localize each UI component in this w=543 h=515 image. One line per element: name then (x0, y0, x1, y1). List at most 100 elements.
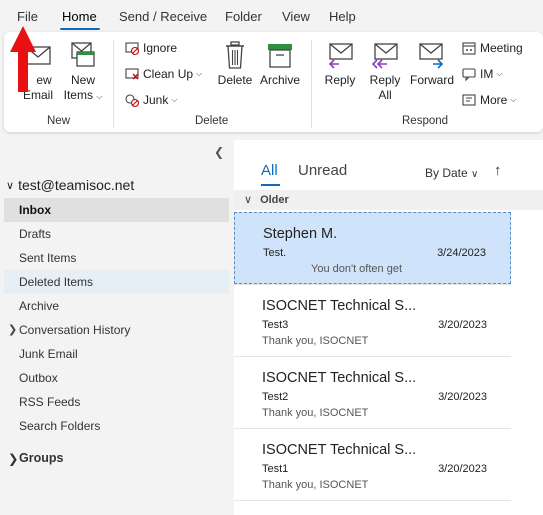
message-date: 3/24/2023 (437, 247, 486, 259)
menu-file[interactable]: File (17, 9, 38, 24)
account-header[interactable]: ∨ test@teamisoc.net (6, 177, 134, 193)
folder-label: Inbox (19, 203, 51, 217)
ribbon-separator (113, 40, 114, 128)
archive-button[interactable]: Archive (257, 40, 303, 88)
archive-icon (268, 44, 292, 68)
chevron-down-icon: ⌵ (510, 95, 517, 104)
folder-archive[interactable]: Archive (4, 294, 229, 318)
chevron-down-icon: ⌵ (171, 95, 178, 104)
more-label: More (480, 93, 508, 107)
chevron-right-icon: ❯ (8, 452, 19, 466)
tab-active-indicator (261, 184, 280, 186)
menu-view[interactable]: View (282, 9, 310, 24)
reply-all-label-1: Reply (369, 73, 401, 87)
folder-outbox[interactable]: Outbox (4, 366, 229, 390)
folder-deleted-items[interactable]: Deleted Items (4, 270, 229, 294)
junk-button[interactable]: Junk ⌵ (124, 90, 177, 110)
forward-button[interactable]: Forward (408, 40, 456, 88)
menu-send-receive[interactable]: Send / Receive (119, 9, 207, 24)
ignore-button[interactable]: Ignore (124, 38, 177, 58)
clean-up-button[interactable]: Clean Up ⌵ (124, 64, 202, 84)
active-tab-indicator (60, 28, 100, 30)
message-item[interactable]: Stephen M. Test. 3/24/2023 You don't oft… (234, 212, 511, 284)
message-item[interactable]: ISOCNET Technical S... Test2 3/20/2023 T… (234, 357, 511, 429)
trash-icon (226, 41, 244, 69)
chat-icon (462, 68, 476, 82)
collapse-pane-icon[interactable]: ❮ (214, 145, 224, 159)
delete-button[interactable]: Delete (214, 40, 256, 88)
reply-button[interactable]: Reply (320, 40, 360, 88)
sort-label: By Date (425, 166, 468, 180)
clean-up-label: Clean Up (143, 67, 194, 81)
reply-label: Reply (324, 73, 356, 87)
junk-label: Junk (143, 93, 169, 107)
message-sender: Stephen M. (263, 226, 338, 242)
folder-label: Deleted Items (19, 275, 94, 289)
folder-drafts[interactable]: Drafts (4, 222, 229, 246)
chevron-down-icon: ⌵ (196, 69, 203, 78)
new-items-label-2: Items (63, 88, 93, 102)
groups-header[interactable]: ❯ Groups (4, 451, 64, 466)
delete-label: Delete (217, 73, 253, 87)
folder-rss-feeds[interactable]: RSS Feeds (4, 390, 229, 414)
message-preview: Thank you, ISOCNET (262, 479, 369, 491)
folder-label: RSS Feeds (19, 395, 81, 409)
new-items-icon (71, 42, 95, 67)
message-list: All Unread By Date ∨ ↑ ∨ Older Stephen M.… (234, 140, 543, 515)
message-preview: You don't often get (311, 263, 402, 275)
more-respond-icon (462, 94, 476, 106)
groups-label: Groups (19, 451, 64, 465)
sort-direction-icon[interactable]: ↑ (494, 162, 502, 179)
meeting-button[interactable]: Meeting (461, 38, 523, 58)
folder-label: Outbox (19, 371, 58, 385)
im-button[interactable]: IM ⌵ (461, 64, 502, 84)
account-name: test@teamisoc.net (18, 177, 135, 193)
forward-label: Forward (409, 73, 454, 87)
chevron-right-icon[interactable]: ❯ (8, 318, 17, 342)
message-date: 3/20/2023 (438, 319, 487, 331)
message-divider (234, 500, 511, 501)
folder-search-folders[interactable]: Search Folders (4, 414, 229, 438)
tab-all[interactable]: All (261, 162, 278, 179)
folder-label: Search Folders (19, 419, 101, 433)
red-arrow-annotation (10, 26, 36, 92)
folder-label: Sent Items (19, 251, 77, 265)
reply-all-button[interactable]: Reply All (364, 40, 406, 103)
more-button[interactable]: More ⌵ (461, 90, 516, 110)
tab-unread[interactable]: Unread (298, 162, 347, 179)
ribbon-separator (311, 40, 312, 128)
menu-folder[interactable]: Folder (225, 9, 262, 24)
calendar-icon (462, 42, 476, 55)
menu-home[interactable]: Home (62, 9, 97, 24)
archive-label: Archive (259, 73, 300, 87)
group-label-delete: Delete (195, 115, 229, 127)
ribbon: ew Email New Items ⌵ New Ignore Clean Up… (4, 32, 543, 132)
sort-by-dropdown[interactable]: By Date ∨ (425, 166, 478, 180)
message-item[interactable]: ISOCNET Technical S... Test3 3/20/2023 T… (234, 285, 511, 357)
reply-icon (328, 43, 353, 69)
group-label: Older (260, 194, 289, 206)
message-preview: Thank you, ISOCNET (262, 407, 369, 419)
chevron-down-icon: ∨ (6, 179, 15, 192)
folder-label: Archive (19, 299, 60, 313)
folder-junk-email[interactable]: Junk Email (4, 342, 229, 366)
folder-inbox[interactable]: Inbox (4, 198, 229, 222)
clean-up-icon (125, 68, 139, 80)
folder-conversation-history[interactable]: ❯ Conversation History (4, 318, 229, 342)
group-header-older[interactable]: ∨ Older (234, 190, 543, 210)
meeting-label: Meeting (480, 41, 523, 55)
folder-label: Junk Email (19, 347, 78, 361)
folder-sent-items[interactable]: Sent Items (4, 246, 229, 270)
chevron-down-icon: ⌵ (496, 69, 503, 78)
message-date: 3/20/2023 (438, 463, 487, 475)
menu-help[interactable]: Help (329, 9, 356, 24)
message-sender: ISOCNET Technical S... (262, 298, 417, 314)
folder-pane: ❮ ∨ test@teamisoc.net Inbox Drafts Sent … (0, 140, 234, 515)
forward-icon (419, 43, 444, 69)
message-subject: Test. (263, 247, 287, 259)
im-label: IM (480, 67, 494, 81)
group-label-respond: Respond (402, 115, 449, 127)
message-item[interactable]: ISOCNET Technical S... Test1 3/20/2023 T… (234, 429, 511, 501)
junk-icon (125, 94, 140, 108)
new-items-button[interactable]: New Items ⌵ (61, 40, 105, 104)
